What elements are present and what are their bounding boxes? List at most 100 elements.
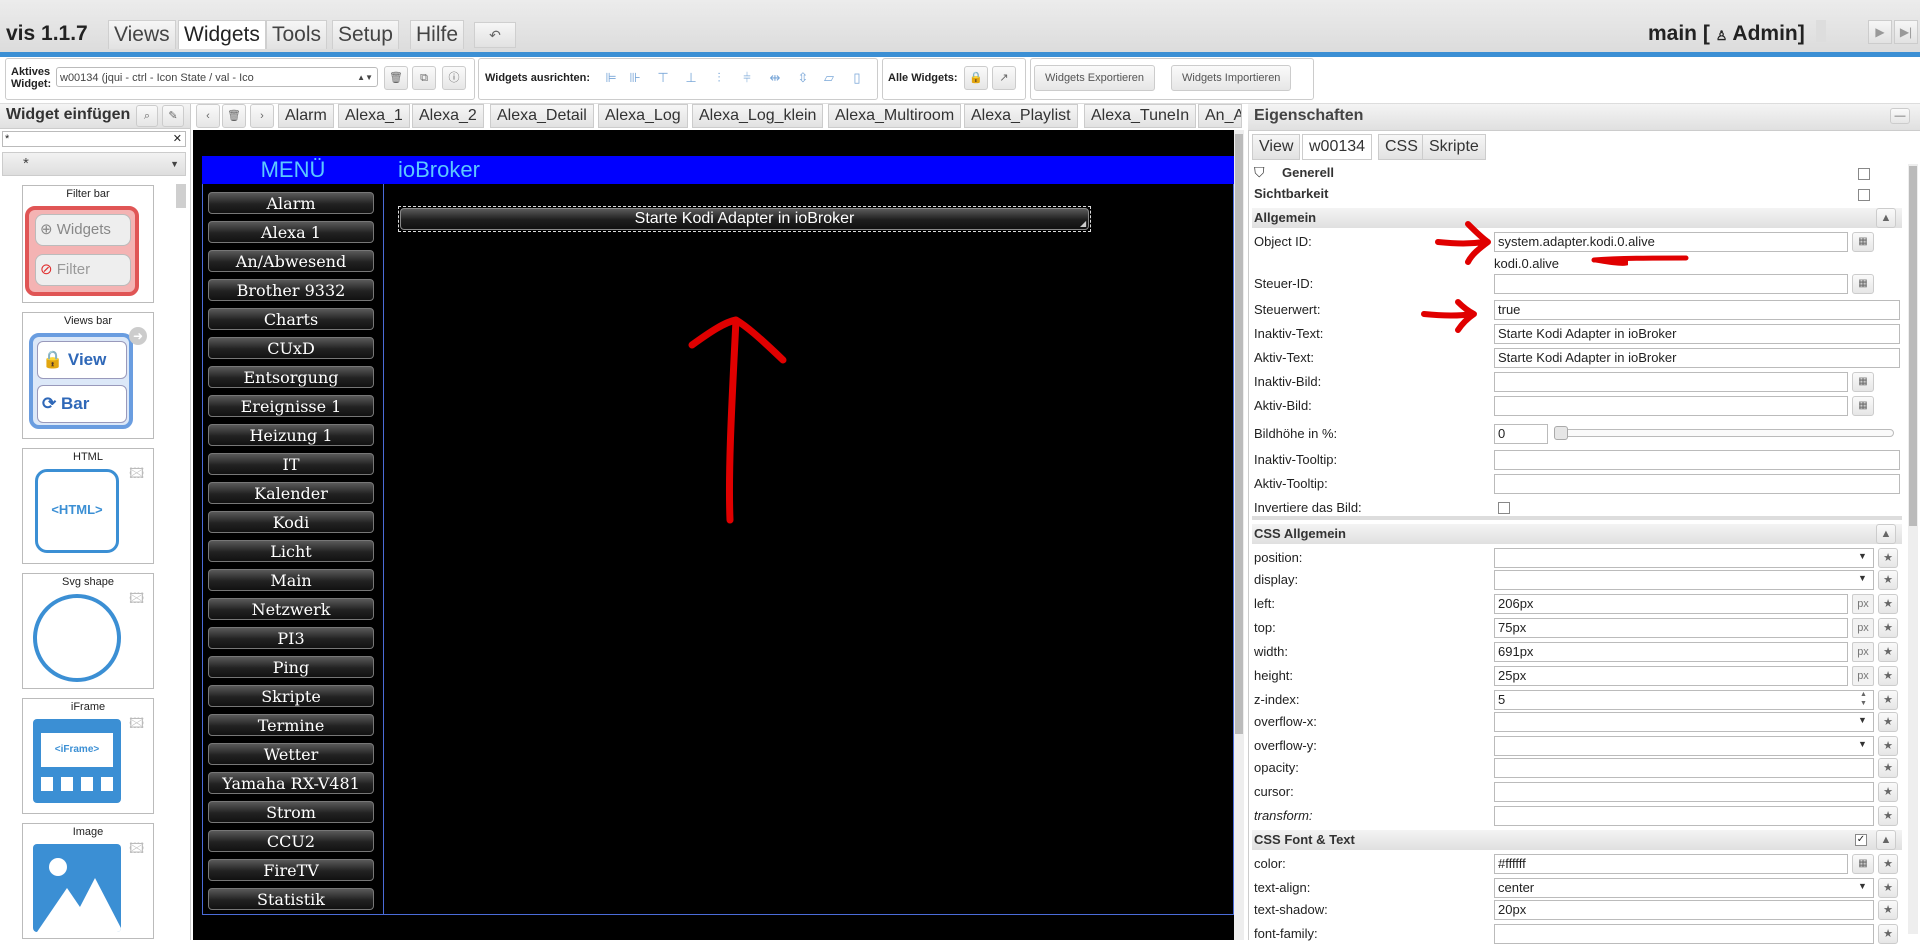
palette-card-image[interactable]: Image 🖾 — [22, 823, 154, 939]
collapse-up-icon[interactable]: ▲ — [1876, 524, 1896, 544]
info-icon[interactable]: ⓘ — [442, 66, 466, 90]
menu-button-kodi[interactable]: Kodi — [208, 511, 374, 533]
select-object-icon[interactable]: ▦ — [1852, 372, 1874, 392]
props-tab-widget[interactable]: w00134 — [1302, 134, 1373, 160]
prop-input-steuerwert[interactable]: true — [1494, 300, 1900, 320]
tab-hilfe[interactable]: Hilfe — [410, 20, 465, 49]
tab-setup[interactable]: Setup — [332, 20, 399, 49]
canvas-scrollbar-thumb[interactable] — [1235, 134, 1243, 734]
sichtbarkeit-checkbox[interactable] — [1858, 189, 1870, 201]
copy-icon[interactable]: ⧉ — [412, 66, 436, 90]
favorite-star-icon[interactable]: ★ — [1878, 618, 1898, 638]
menu-button-brother-9332[interactable]: Brother 9332 — [208, 279, 374, 301]
kodi-start-button[interactable]: Starte Kodi Adapter in ioBroker — [400, 208, 1089, 230]
menu-button-main[interactable]: Main — [208, 569, 374, 591]
view-tab-alexa-detail[interactable]: Alexa_Detail — [490, 104, 594, 128]
distribute-v-icon[interactable]: ⇳ — [794, 69, 812, 87]
menu-button-ping[interactable]: Ping — [208, 656, 374, 678]
favorite-star-icon[interactable]: ★ — [1878, 736, 1898, 756]
align-vcenter-icon[interactable]: ⫶ — [710, 69, 728, 87]
undo-button[interactable]: ↶ — [474, 22, 516, 48]
palette-card-iframe[interactable]: iFrame <iFrame> 🖾 — [22, 698, 154, 814]
prop-input-z-index[interactable]: 5 — [1494, 690, 1874, 710]
collapse-up-icon[interactable]: ▲ — [1876, 208, 1896, 228]
section-css-allgemein[interactable]: CSS Allgemein — [1252, 524, 1902, 544]
generell-checkbox[interactable] — [1858, 168, 1870, 180]
prop-input-opacity[interactable] — [1494, 758, 1874, 778]
favorite-star-icon[interactable]: ★ — [1878, 690, 1898, 710]
section-sichtbarkeit[interactable]: Sichtbarkeit — [1254, 186, 1328, 201]
align-right-icon[interactable]: ⊪ — [626, 69, 644, 87]
prop-input-text-align[interactable]: center — [1494, 878, 1874, 898]
palette-filter-input[interactable]: * ✕ — [2, 131, 186, 147]
menu-button-charts[interactable]: Charts — [208, 308, 374, 330]
menu-button-cuxd[interactable]: CUxD — [208, 337, 374, 359]
favorite-star-icon[interactable]: ★ — [1878, 854, 1898, 874]
prop-input-transform[interactable] — [1494, 806, 1874, 826]
palette-card-views-bar[interactable]: Views bar 🔒 View ⟳ Bar ➜ — [22, 312, 154, 439]
delete-icon[interactable]: 🗑 — [384, 66, 408, 90]
menu-button-wetter[interactable]: Wetter — [208, 743, 374, 765]
view-tab-alexa-playlist[interactable]: Alexa_Playlist — [964, 104, 1078, 128]
prop-input-aktiv-text[interactable]: Starte Kodi Adapter in ioBroker — [1494, 348, 1900, 368]
prop-input-position[interactable] — [1494, 548, 1874, 568]
slider-handle[interactable] — [1554, 426, 1568, 440]
menu-button-an-abwesend[interactable]: An/Abwesend — [208, 250, 374, 272]
menu-button-ereignisse-1[interactable]: Ereignisse 1 — [208, 395, 374, 417]
delete-view-icon[interactable]: 🗑 — [222, 104, 246, 128]
prop-input-text-shadow[interactable]: 20px — [1494, 900, 1874, 920]
palette-category-select[interactable]: * ▼ — [2, 152, 186, 176]
prop-input-cursor[interactable] — [1494, 782, 1874, 802]
collapse-icon[interactable]: — — [1890, 108, 1910, 124]
menu-button-skripte[interactable]: Skripte — [208, 685, 374, 707]
favorite-star-icon[interactable]: ★ — [1878, 758, 1898, 778]
widgets-import-button[interactable]: Widgets Importieren — [1171, 65, 1292, 91]
align-bottom-icon[interactable]: ⊥ — [682, 69, 700, 87]
view-tab-alarm[interactable]: Alarm — [278, 104, 334, 128]
menu-button-yamaha-rx-v481[interactable]: Yamaha RX-V481 — [208, 772, 374, 794]
menu-button-strom[interactable]: Strom — [208, 801, 374, 823]
menu-button-ccu2[interactable]: CCU2 — [208, 830, 374, 852]
image-height-slider[interactable] — [1554, 429, 1894, 437]
prop-input-overflow-x[interactable] — [1494, 712, 1874, 732]
palette-card-filter-bar[interactable]: Filter bar ⊕ Widgets ⊘ Filter — [22, 185, 154, 303]
same-width-icon[interactable]: ▱ — [820, 69, 838, 87]
prop-input-display[interactable] — [1494, 570, 1874, 590]
active-widget-select[interactable]: w00134 (jqui - ctrl - Icon State / val -… — [56, 67, 378, 87]
select-object-icon[interactable]: ▦ — [1852, 274, 1874, 294]
view-tab-an-a[interactable]: An_A — [1198, 104, 1242, 128]
menu-button-alarm[interactable]: Alarm — [208, 192, 374, 214]
menu-button-licht[interactable]: Licht — [208, 540, 374, 562]
scroll-left-icon[interactable]: ‹ — [196, 104, 220, 128]
prop-input-left[interactable]: 206px — [1494, 594, 1848, 614]
prop-input-aktiv-bild[interactable] — [1494, 396, 1848, 416]
prop-input-bildh-he-in[interactable]: 0 — [1494, 424, 1548, 444]
section-css-font[interactable]: CSS Font & Text — [1252, 830, 1902, 850]
unit-px-button[interactable]: px — [1852, 594, 1874, 614]
prop-input-steuer-id[interactable] — [1494, 274, 1848, 294]
resize-handle-icon[interactable]: ◢ — [1080, 219, 1086, 228]
unit-px-button[interactable]: px — [1852, 666, 1874, 686]
favorite-star-icon[interactable]: ★ — [1878, 782, 1898, 802]
favorite-star-icon[interactable]: ★ — [1878, 806, 1898, 826]
favorite-star-icon[interactable]: ★ — [1878, 548, 1898, 568]
view-tab-alexa-1[interactable]: Alexa_1 — [338, 104, 410, 128]
unit-px-button[interactable]: px — [1852, 618, 1874, 638]
view-tab-alexa-log-klein[interactable]: Alexa_Log_klein — [692, 104, 824, 128]
tab-views[interactable]: Views — [108, 20, 176, 49]
menu-button-pi3[interactable]: PI3 — [208, 627, 374, 649]
play-icon[interactable]: ▶ — [1868, 20, 1892, 44]
prop-input-inaktiv-tooltip[interactable] — [1494, 450, 1900, 470]
lock-icon[interactable]: 🔒 — [964, 66, 988, 90]
color-picker-icon[interactable]: ▦ — [1852, 854, 1874, 874]
fast-forward-icon[interactable]: ▶| — [1894, 20, 1918, 44]
widgets-export-button[interactable]: Widgets Exportieren — [1034, 65, 1156, 91]
tab-widgets[interactable]: Widgets — [178, 20, 266, 49]
palette-scrollbar[interactable] — [176, 184, 186, 208]
align-hcenter-icon[interactable]: ⫩ — [738, 69, 756, 87]
align-left-icon[interactable]: ⊫ — [602, 69, 620, 87]
number-spinner-icon[interactable]: ▲ ▼ — [1860, 690, 1867, 708]
palette-card-svg-shape[interactable]: Svg shape 🖾 — [22, 573, 154, 689]
favorite-star-icon[interactable]: ★ — [1878, 666, 1898, 686]
prop-input-overflow-y[interactable] — [1494, 736, 1874, 756]
